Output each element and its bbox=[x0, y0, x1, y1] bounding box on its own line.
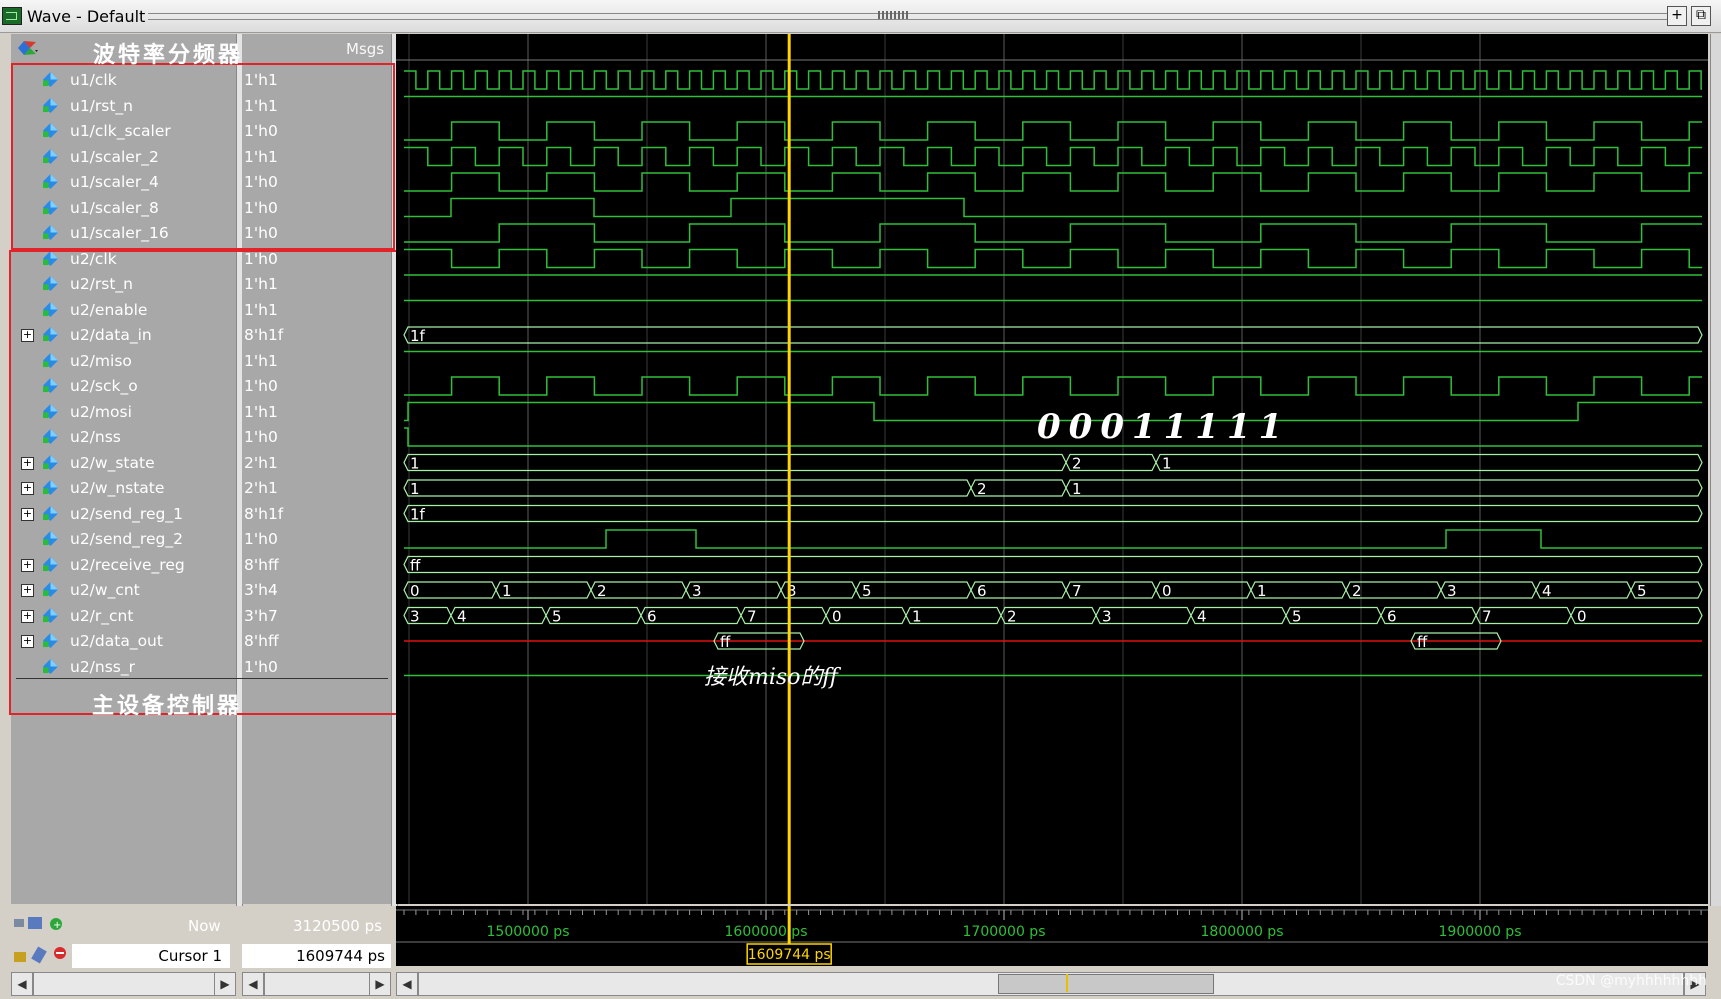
bus-value-label: 2 bbox=[977, 480, 987, 498]
clock-wave bbox=[404, 223, 1702, 243]
bus-value-label: 5 bbox=[862, 582, 872, 600]
bus-value-label: 1 bbox=[410, 480, 420, 498]
cursor-label[interactable]: Cursor 1 bbox=[72, 944, 230, 968]
now-label: Now bbox=[188, 917, 221, 935]
cursor-tools-icon[interactable] bbox=[12, 944, 68, 964]
clock-wave bbox=[404, 172, 1702, 192]
names-scroll-right[interactable]: ▶ bbox=[214, 972, 236, 996]
bus-value-label: 3 bbox=[410, 608, 420, 626]
baud-divider-label: 波特率分频器 bbox=[93, 42, 244, 68]
bus-value-label: 6 bbox=[977, 582, 987, 600]
bus-value-label: 4 bbox=[1197, 608, 1207, 626]
cursor-flag-label: 1609744 ps bbox=[748, 947, 831, 963]
baud-divider-box bbox=[11, 63, 395, 250]
clock-wave bbox=[404, 121, 1702, 141]
bus-segment bbox=[403, 453, 1067, 472]
bus-segment bbox=[403, 555, 1703, 574]
bus-segment bbox=[855, 581, 972, 599]
bus-value-label: 6 bbox=[1387, 608, 1397, 626]
bus-value-label: 0 bbox=[1162, 582, 1172, 600]
names-scroll-left[interactable]: ◀ bbox=[11, 972, 33, 996]
bus-value-label: 7 bbox=[1482, 608, 1492, 626]
bus-value-label: 1 bbox=[1162, 455, 1172, 473]
signal-wave bbox=[404, 529, 1702, 549]
wave-scroll-thumb[interactable] bbox=[998, 974, 1214, 994]
bus-value-label: 7 bbox=[747, 608, 757, 626]
bus-value-label: 5 bbox=[1292, 608, 1302, 626]
undock-button[interactable]: ⧉ bbox=[1691, 6, 1711, 26]
window-title: Wave - Default bbox=[27, 7, 146, 26]
clock-wave bbox=[404, 70, 1702, 90]
bus-value-label: 3 bbox=[1102, 608, 1112, 626]
bus-value-label: 6 bbox=[647, 608, 657, 626]
now-value: 3120500 ps bbox=[293, 917, 382, 935]
bus-value-label: 2 bbox=[1072, 455, 1082, 473]
bus-value-label: 3 bbox=[692, 582, 702, 600]
master-controller-label: 主设备控制器 bbox=[92, 693, 243, 719]
bus-value-label: 1 bbox=[912, 608, 922, 626]
svg-text:+: + bbox=[53, 920, 61, 931]
bus-segment bbox=[403, 326, 1703, 344]
bus-value-label: 1 bbox=[1257, 582, 1267, 600]
signal-wave bbox=[404, 197, 1702, 218]
watermark: CSDN @myhhhhhhhh bbox=[1555, 973, 1707, 989]
bus-value-label: 0 bbox=[410, 582, 420, 600]
bus-value-label: 0 bbox=[832, 608, 842, 626]
bus-value-label: ff bbox=[1417, 633, 1428, 651]
bus-segment bbox=[1155, 453, 1703, 472]
msgs-header: Msgs bbox=[346, 40, 385, 58]
cursor-value: 1609744 ps bbox=[242, 944, 391, 968]
ruler-tick-label: 1800000 ps bbox=[1201, 924, 1284, 940]
values-scroll-left[interactable]: ◀ bbox=[242, 972, 264, 996]
dock-button[interactable]: + bbox=[1667, 6, 1687, 26]
mosi-bits-annotation: 00011111 bbox=[1037, 407, 1291, 447]
bus-segment bbox=[403, 504, 1703, 523]
ruler-tick-label: 1900000 ps bbox=[1439, 924, 1522, 940]
bus-value-label: 4 bbox=[1542, 582, 1552, 600]
window-titlebar: Wave - Default + ⧉ bbox=[0, 0, 1721, 33]
bus-value-label: 0 bbox=[1577, 608, 1587, 626]
bus-segment bbox=[1065, 479, 1703, 497]
vertical-scrollbar[interactable] bbox=[1710, 34, 1721, 996]
wave-tool-icon[interactable] bbox=[14, 38, 38, 58]
bus-value-label: 1 bbox=[410, 455, 420, 473]
bus-value-label: ff bbox=[410, 557, 421, 575]
names-hscrollbar[interactable] bbox=[33, 972, 215, 996]
now-tools-icon[interactable]: + bbox=[12, 915, 66, 933]
bus-value-label: 1f bbox=[410, 327, 426, 345]
bus-value-label: 1 bbox=[1072, 480, 1082, 498]
ruler-tick-label: 1600000 ps bbox=[725, 924, 808, 940]
clock-wave bbox=[404, 146, 1702, 167]
time-ruler[interactable]: 1500000 ps 1600000 ps 1700000 ps 1800000 ps… bbox=[396, 906, 1708, 966]
values-scroll-right[interactable]: ▶ bbox=[369, 972, 391, 996]
receive-annotation: 接收miso的ff bbox=[704, 665, 839, 690]
bus-value-label: 5 bbox=[1637, 582, 1647, 600]
bus-value-label: ff bbox=[720, 633, 731, 651]
bus-value-label: 1 bbox=[502, 582, 512, 600]
bus-value-label: 2 bbox=[597, 582, 607, 600]
bus-value-label: 2 bbox=[1007, 608, 1017, 626]
bus-value-label: 5 bbox=[552, 608, 562, 626]
clock-wave bbox=[404, 376, 1702, 396]
cursor-scroll-marker bbox=[1066, 974, 1068, 992]
ruler-tick-label: 1500000 ps bbox=[487, 924, 570, 940]
titlebar-grip[interactable] bbox=[148, 11, 1669, 20]
ruler-tick-label: 1700000 ps bbox=[963, 924, 1046, 940]
wave-app-icon bbox=[2, 7, 22, 25]
values-hscrollbar[interactable] bbox=[264, 972, 370, 996]
clock-wave bbox=[404, 248, 1702, 269]
bus-value-label: 7 bbox=[1072, 582, 1082, 600]
bus-value-label: 3 bbox=[1447, 582, 1457, 600]
master-controller-box bbox=[9, 250, 402, 715]
waveform-canvas[interactable]: 1f1 2 11 2 11fff0 1 2 3 3 5 6 7 0 1 2 3 4 53 4 5 6 7 0 1 2 3 4 5 6 7 0… bbox=[396, 34, 1708, 904]
bus-value-label: 4 bbox=[457, 608, 467, 626]
bus-segment bbox=[1570, 606, 1703, 625]
bus-value-label: 2 bbox=[1352, 582, 1362, 600]
wave-scroll-left[interactable]: ◀ bbox=[396, 972, 418, 996]
bus-value-label: 1f bbox=[410, 506, 426, 524]
bus-segment bbox=[403, 479, 972, 497]
